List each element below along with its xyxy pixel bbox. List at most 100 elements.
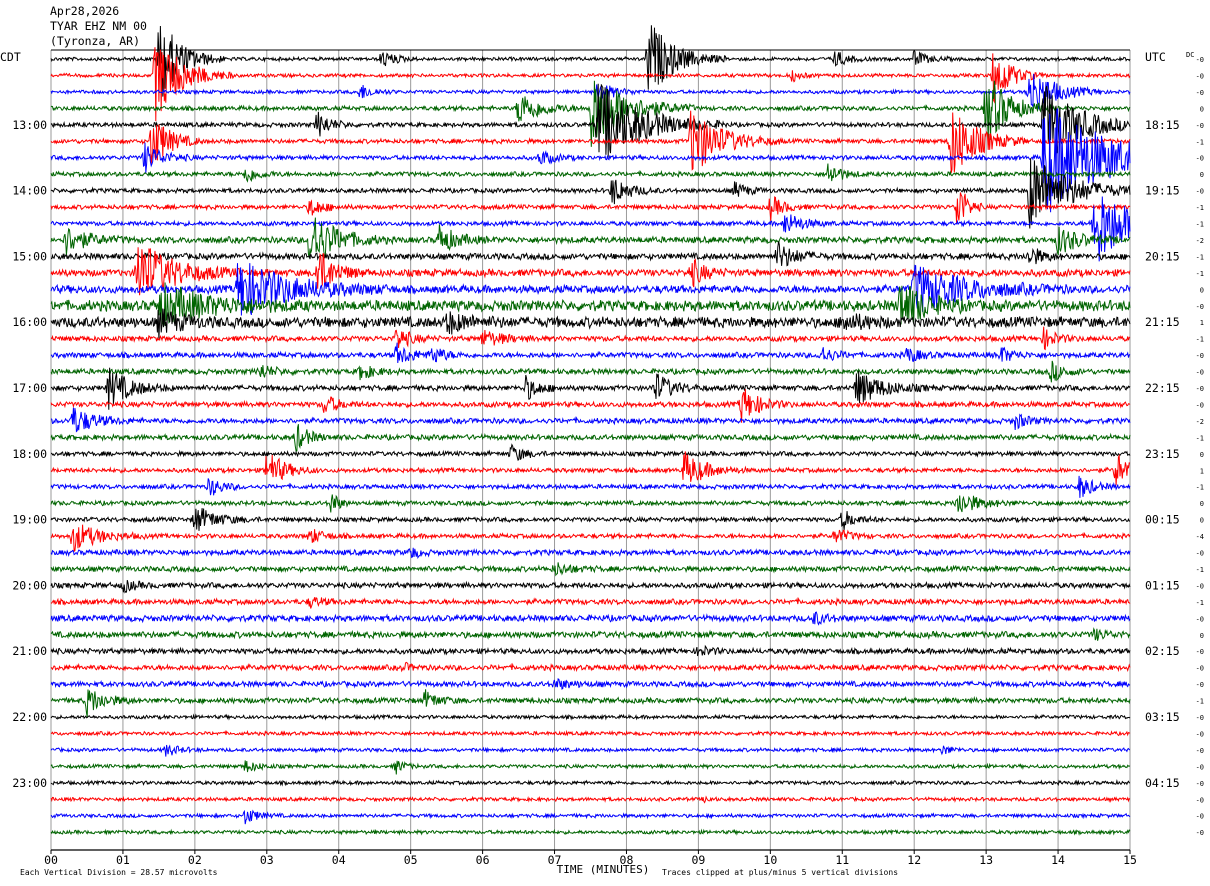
x-tick-label: 02 [188,853,202,867]
dc-offset-label: -0 [1196,763,1204,771]
x-tick-label: 10 [763,853,777,867]
trace-9 [50,192,1131,224]
trace-26 [50,475,1131,498]
x-tick-label: 12 [907,853,921,867]
utc-hour-label: 00:15 [1145,513,1180,527]
utc-hour-label: 04:15 [1145,776,1180,790]
trace-33 [50,596,1131,609]
dc-offset-label: -1 [1196,204,1204,212]
dc-offset-label: -0 [1196,401,1204,409]
x-tick-label: 05 [404,853,418,867]
utc-hour-label: 18:15 [1145,118,1180,132]
x-tick-label: 04 [332,853,346,867]
cdt-hour-label: 14:00 [12,184,47,198]
cdt-hour-label: 16:00 [12,315,47,329]
dc-offset-label: -1 [1196,484,1204,492]
trace-46 [50,809,1131,825]
trace-30 [50,547,1131,559]
utc-hour-label: 01:15 [1145,578,1180,592]
x-tick-label: 00 [44,853,58,867]
cdt-hour-label: 20:00 [12,578,47,592]
helicorder-plot: CDT 13:00 14:00 15:00 16:00 17:00 18:00 19:00 20… [0,25,1204,877]
x-tick-label: 09 [691,853,705,867]
dc-offset-label: -0 [1196,615,1204,623]
dc-offset-label: -0 [1196,813,1204,821]
trace-31 [50,562,1131,577]
trace-38 [50,678,1131,690]
dc-offset-label: -0 [1196,714,1204,722]
right-timezone-label: UTC [1145,50,1166,64]
utc-hour-label: 02:15 [1145,644,1180,658]
cdt-hour-label: 18:00 [12,447,47,461]
trace-39 [50,689,1131,718]
x-tick-label: 11 [835,853,849,867]
utc-hour-label: 20:15 [1145,249,1180,263]
dc-offset-label: 1 [1200,467,1204,475]
left-timezone-label: CDT [0,50,21,64]
trace-21 [50,389,1131,423]
cdt-hour-label: 21:00 [12,644,47,658]
x-tick-label: 13 [979,853,993,867]
dc-offset-label: 0 [1200,171,1204,179]
dc-offset-label: -0 [1196,780,1204,788]
trace-29 [50,524,1131,553]
trace-19 [50,360,1131,383]
trace-7 [50,163,1131,183]
cdt-hour-label: 13:00 [12,118,47,132]
dc-offset-label: 0 [1200,500,1204,508]
x-axis-title: TIME (MINUTES) [557,863,650,876]
dc-offset-label: -2 [1196,237,1204,245]
dc-offset-label: -1 [1196,253,1204,261]
trace-22 [50,407,1131,433]
dc-offset-label: -0 [1196,188,1204,196]
dc-offset-label: -1 [1196,698,1204,706]
x-tick-label: 06 [476,853,490,867]
dc-offset-label: -4 [1196,533,1204,541]
utc-hour-label: 23:15 [1145,447,1180,461]
trace-43 [50,760,1131,775]
dc-offset-label: -2 [1196,418,1204,426]
dc-offset-label: -0 [1196,89,1204,97]
dc-offset-label: -0 [1196,72,1204,80]
dc-offset-label: -0 [1196,796,1204,804]
dc-offset-label: -0 [1196,582,1204,590]
x-tick-label: 14 [1051,853,1065,867]
trace-42 [50,744,1131,757]
dc-offset-label: -0 [1196,56,1204,64]
dc-offset-label: -0 [1196,122,1204,130]
dc-offset-label: -0 [1196,550,1204,558]
cdt-hour-label: 17:00 [12,381,47,395]
trace-40 [50,713,1131,721]
dc-offset-label: -0 [1196,730,1204,738]
dc-offset-label: -1 [1196,336,1204,344]
dc-offset-label: -0 [1196,385,1204,393]
dc-offset-label: 0 [1200,105,1204,113]
dc-offset-label: -0 [1196,303,1204,311]
dc-offset-label: -0 [1196,352,1204,360]
dc-offset-label: -0 [1196,747,1204,755]
x-tick-label: 01 [116,853,130,867]
dc-offset-label: -1 [1196,221,1204,229]
trace-27 [50,494,1131,513]
trace-23 [50,424,1131,452]
dc-offset-label: 0 [1200,632,1204,640]
utc-hour-label: 21:15 [1145,315,1180,329]
trace-28 [50,508,1131,531]
dc-offset-label: -1 [1196,138,1204,146]
trace-37 [50,661,1131,673]
dc-offset-label: 1 [1200,319,1204,327]
dc-offset-label: -0 [1196,665,1204,673]
cdt-hour-label: 22:00 [12,710,47,724]
cdt-hour-label: 15:00 [12,249,47,263]
scale-note: Each Vertical Division = 28.57 microvolt… [20,868,218,877]
trace-18 [50,342,1131,364]
trace-34 [50,611,1131,626]
grid [50,49,1131,851]
clip-note: Traces clipped at plus/minus 5 vertical … [662,868,898,877]
dc-offset-label: -0 [1196,681,1204,689]
trace-45 [50,795,1131,804]
dc-offset-label: 0 [1200,517,1204,525]
trace-47 [50,828,1131,836]
dc-offset-label: 0 [1200,286,1204,294]
trace-25 [50,451,1131,486]
